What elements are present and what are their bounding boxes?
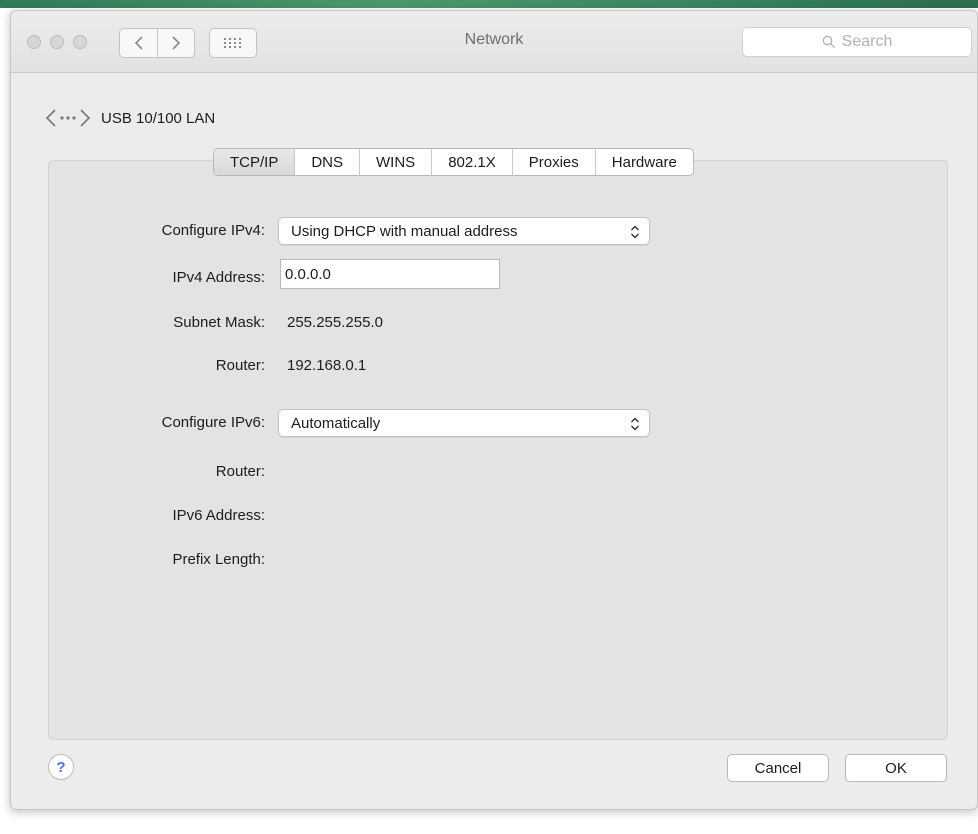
tab-bar: TCP/IP DNS WINS 802.1X Proxies Hardware (213, 148, 694, 176)
ipv6-address-label: IPv6 Address: (172, 507, 265, 524)
connection-header: USB 10/100 LAN (45, 105, 215, 131)
tab-8021x[interactable]: 802.1X (431, 149, 512, 175)
search-placeholder: Search (841, 33, 893, 50)
network-window: Network Search USB 10/100 LAN TCP/IP DNS… (10, 10, 978, 810)
tab-proxies[interactable]: Proxies (511, 149, 595, 175)
ok-button[interactable]: OK (845, 754, 947, 782)
ethernet-icon (45, 109, 91, 127)
configure-ipv6-popup[interactable]: Automatically (278, 409, 650, 437)
ipv4-router-value: 192.168.0.1 (287, 357, 367, 374)
ipv4-address-input[interactable]: 0.0.0.0 (280, 259, 500, 289)
title-bar: Network Search (11, 11, 977, 73)
ipv6-router-label: Router: (215, 463, 265, 480)
ipv4-address-label: IPv4 Address: (172, 269, 265, 286)
prefix-length-label: Prefix Length: (172, 551, 265, 568)
configure-ipv6-label: Configure IPv6: (161, 414, 265, 431)
ipv4-address-value: 0.0.0.0 (285, 265, 331, 283)
connection-name: USB 10/100 LAN (101, 109, 216, 127)
configure-ipv4-value: Using DHCP with manual address (291, 222, 518, 240)
tab-tcpip[interactable]: TCP/IP (214, 149, 295, 175)
updown-chevron-icon (631, 417, 639, 431)
tab-hardware[interactable]: Hardware (594, 149, 693, 175)
help-button[interactable]: ? (48, 754, 74, 780)
tab-wins[interactable]: WINS (359, 149, 431, 175)
configure-ipv4-popup[interactable]: Using DHCP with manual address (278, 217, 650, 245)
configure-ipv4-label: Configure IPv4: (161, 222, 265, 239)
subnet-mask-value: 255.255.255.0 (287, 314, 383, 331)
desktop-background (0, 0, 978, 8)
subnet-mask-label: Subnet Mask: (173, 314, 265, 331)
settings-panel (48, 160, 948, 740)
tab-dns[interactable]: DNS (294, 149, 359, 175)
cancel-button[interactable]: Cancel (727, 754, 829, 782)
updown-chevron-icon (631, 225, 639, 239)
configure-ipv6-value: Automatically (291, 414, 381, 432)
ipv4-router-label: Router: (215, 357, 265, 374)
search-field[interactable]: Search (742, 27, 972, 57)
search-icon (822, 35, 835, 48)
